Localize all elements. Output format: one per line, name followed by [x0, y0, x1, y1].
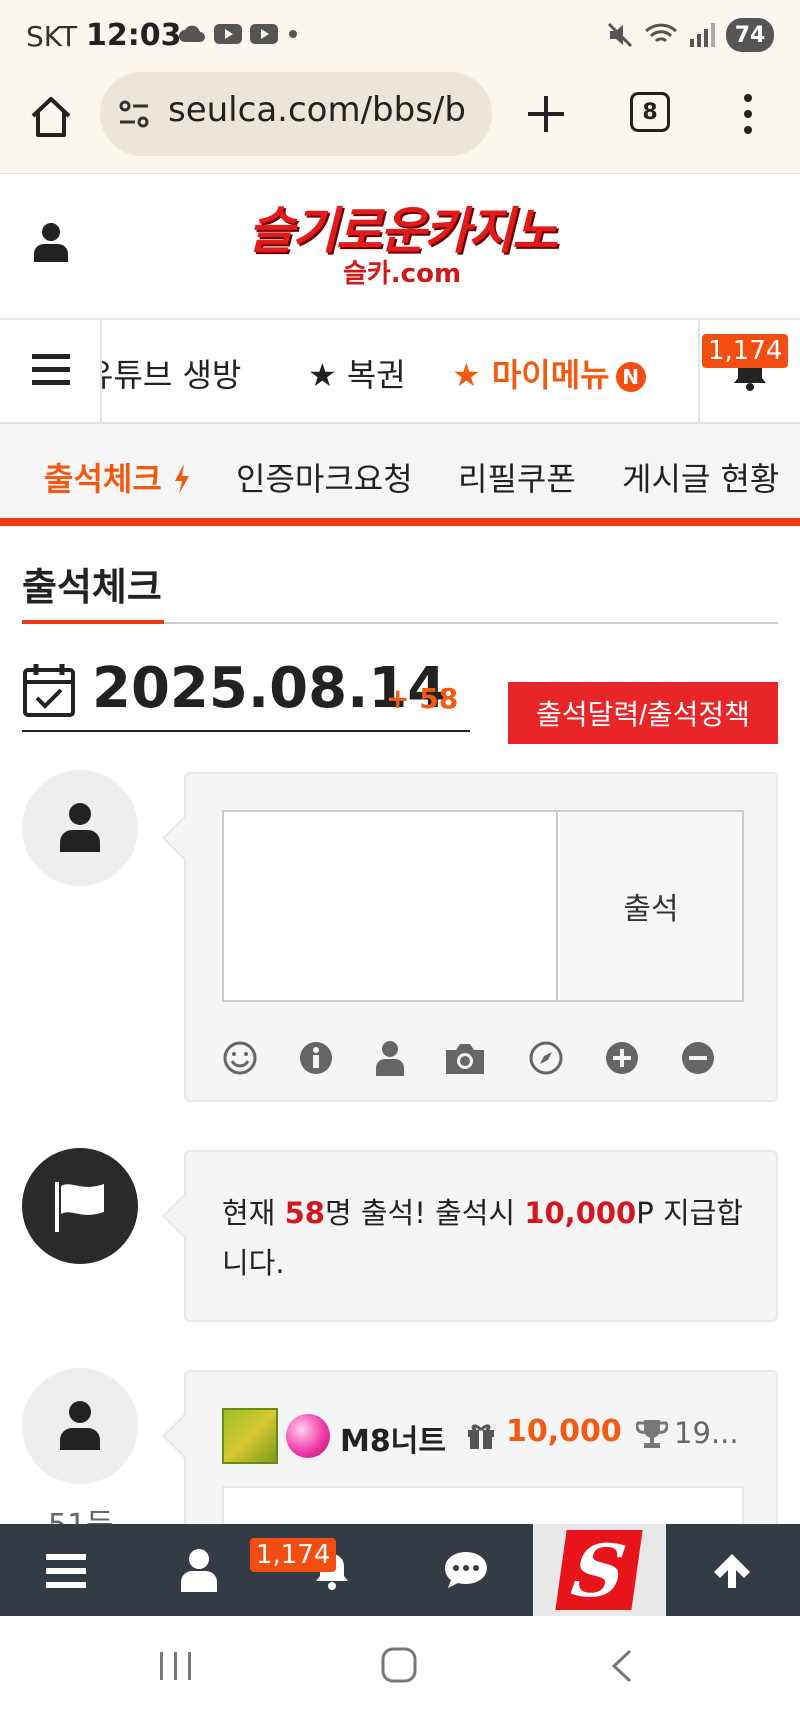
user-icon — [181, 1549, 217, 1592]
menu-icon — [32, 354, 70, 385]
site-logo[interactable]: 슬기로운카지노 슬카.com — [232, 204, 572, 300]
app-site-logo-button[interactable]: S — [533, 1524, 666, 1616]
nav-item-my-menu[interactable]: ★ 마이메뉴 N — [452, 350, 646, 396]
tab-certification-request[interactable]: 인증마크요청 — [236, 454, 413, 500]
minus-circle-icon[interactable] — [680, 1040, 716, 1076]
entry-points: 10,000 — [506, 1414, 622, 1449]
tab-attendance[interactable]: 출석체크 — [44, 454, 191, 500]
notice-middle: 명 출석! 출석시 — [324, 1196, 525, 1230]
battery-indicator: 74 — [726, 18, 774, 52]
avatar — [22, 770, 138, 886]
youtube-icon — [214, 24, 242, 44]
main-nav: 유튜브 생방 ★ 복권 ★ 마이메뉴N 1,174 — [0, 320, 800, 424]
app-chat-button[interactable] — [399, 1524, 532, 1616]
compass-icon[interactable] — [528, 1040, 564, 1076]
tab-switcher-button[interactable]: 8 — [630, 92, 670, 132]
user-icon[interactable] — [372, 1040, 408, 1076]
browser-toolbar: seulca.com/bbs/b 8 — [0, 72, 800, 174]
new-badge: N — [615, 362, 646, 392]
tab-refill-coupon[interactable]: 리필쿠폰 — [458, 454, 576, 500]
notification-count-badge: 1,174 — [702, 334, 789, 368]
user-icon — [60, 803, 100, 852]
site-header: 슬기로운카지노 슬카.com — [0, 174, 800, 320]
app-menu-button[interactable] — [0, 1524, 133, 1616]
composer-box: 출석 — [222, 810, 744, 1002]
attendance-delta: + 58 — [386, 682, 459, 715]
trophy-icon — [636, 1420, 668, 1448]
member-name[interactable]: M8너트 — [340, 1416, 446, 1460]
attendance-policy-button[interactable]: 출석달력/출석정책 — [508, 682, 778, 744]
nav-item-my-menu-label: ★ 마이메뉴 — [452, 356, 610, 394]
youtube-icon — [250, 24, 278, 44]
attendance-composer: 출석 — [162, 772, 778, 1102]
notice-prefix: 현재 — [222, 1196, 285, 1230]
user-icon[interactable] — [34, 222, 68, 262]
clock: 12:03 — [86, 18, 182, 53]
arrow-up-icon — [714, 1554, 750, 1588]
camera-icon[interactable] — [444, 1040, 486, 1076]
menu-icon — [46, 1554, 86, 1588]
mute-icon — [607, 22, 633, 48]
composer-toolbar — [222, 1040, 744, 1080]
dot-icon — [289, 30, 297, 38]
carrier-label: SKT — [26, 20, 78, 53]
lightning-icon — [174, 464, 189, 494]
flag-avatar — [22, 1148, 138, 1264]
wifi-icon — [644, 23, 678, 43]
sub-nav: 출석체크 인증마크요청 리필쿠폰 게시글 현황 — [0, 424, 800, 526]
logo-main-text: 슬기로운카지노 — [248, 202, 558, 260]
menu-button[interactable] — [0, 320, 102, 422]
app-user-button[interactable] — [133, 1524, 266, 1616]
logo-sub-text: 슬카.com — [342, 259, 462, 289]
user-icon — [60, 1401, 100, 1450]
date-underline — [22, 730, 470, 732]
url-text[interactable]: seulca.com/bbs/b — [168, 90, 484, 130]
bottom-app-bar: 1,174 S — [0, 1524, 800, 1616]
notifications-button[interactable]: 1,174 — [698, 320, 800, 422]
chat-icon — [445, 1552, 487, 1588]
nav-item-lottery[interactable]: ★ 복권 — [308, 350, 406, 396]
member-orb-icon — [286, 1414, 330, 1458]
attendance-comment-input[interactable] — [224, 812, 558, 1000]
gift-icon — [468, 1424, 494, 1449]
home-icon[interactable] — [28, 94, 74, 140]
tab-attendance-label: 출석체크 — [44, 460, 162, 498]
address-bar[interactable]: seulca.com/bbs/b — [100, 72, 492, 156]
main-nav-items: 유튜브 생방 ★ 복권 ★ 마이메뉴N — [102, 320, 698, 422]
plus-circle-icon[interactable] — [604, 1040, 640, 1076]
tab-post-status[interactable]: 게시글 현황 — [622, 454, 779, 500]
smile-icon[interactable] — [222, 1040, 258, 1076]
scroll-top-button[interactable] — [666, 1524, 799, 1616]
title-accent-line — [22, 620, 164, 624]
app-notification-button[interactable]: 1,174 — [250, 1524, 399, 1616]
page-title: 출석체크 — [22, 565, 162, 609]
site-settings-icon[interactable] — [116, 96, 152, 132]
notice-text: 현재 58명 출석! 출석시 10,000P 지급합니다. — [222, 1188, 752, 1288]
entry-header: M8너트 10,000 19... — [222, 1406, 752, 1466]
app-notification-count: 1,174 — [250, 1538, 337, 1572]
site-logo-s: S — [555, 1528, 643, 1613]
signal-icon — [690, 23, 715, 47]
flag-icon — [55, 1182, 104, 1232]
calendar-check-icon — [23, 664, 75, 717]
system-navigation-bar — [0, 1616, 800, 1716]
new-tab-icon[interactable] — [520, 88, 572, 140]
more-options-icon[interactable] — [736, 90, 760, 138]
attendance-count: 58 — [284, 1196, 325, 1230]
back-icon[interactable] — [608, 1648, 638, 1684]
level-image — [222, 1408, 278, 1464]
nav-item-youtube-live[interactable]: 유튜브 생방 — [102, 350, 241, 396]
avatar — [22, 1368, 138, 1484]
info-icon[interactable] — [298, 1040, 334, 1076]
status-bar: SKT 12:03 74 — [0, 0, 800, 72]
home-nav-icon[interactable] — [380, 1646, 418, 1684]
attendance-notice: 현재 58명 출석! 출석시 10,000P 지급합니다. — [162, 1150, 778, 1322]
entry-rank-value: 19... — [674, 1416, 739, 1450]
cloud-icon — [179, 25, 205, 42]
recent-apps-icon[interactable] — [158, 1650, 194, 1682]
checkin-button[interactable]: 출석 — [560, 812, 742, 1000]
reward-points: 10,000 — [524, 1196, 637, 1230]
